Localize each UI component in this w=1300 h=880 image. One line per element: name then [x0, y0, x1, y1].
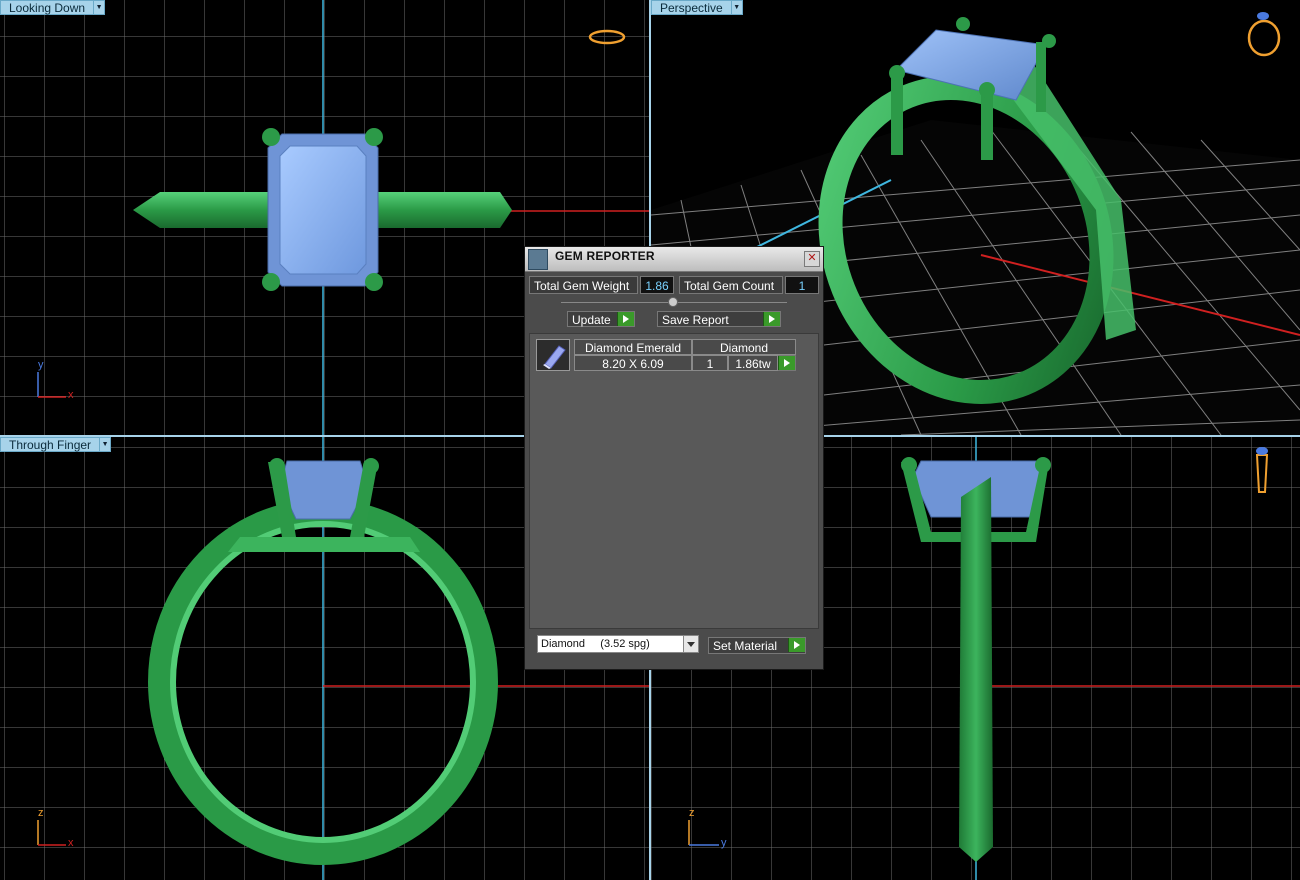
gem-totals-bar: Total Gem Weight 1.86 Total Gem Count 1 [529, 276, 819, 294]
gem-top-view [267, 133, 379, 287]
total-count-label: Total Gem Count [679, 276, 783, 294]
gem-row-action-button[interactable] [778, 355, 796, 371]
gem-name: Diamond Emerald [574, 339, 692, 355]
update-button-label: Update [572, 313, 611, 327]
material-select-value: Diamond (3.52 spg) [541, 638, 650, 650]
viewport-label-perspective[interactable]: Perspective ▼ [651, 0, 743, 15]
gem-count: 1 [692, 355, 728, 371]
axis-label-x: x [68, 837, 74, 849]
play-arrow-icon [617, 312, 634, 326]
gem-icon [543, 345, 566, 369]
axis-label-z: z [38, 807, 44, 819]
play-arrow-icon [788, 638, 805, 652]
chevron-down-icon[interactable] [683, 636, 698, 652]
chevron-down-icon[interactable]: ▼ [94, 0, 106, 15]
gem-reporter-panel: GEM REPORTER ✕ Total Gem Weight 1.86 Tot… [524, 246, 824, 670]
save-report-button[interactable]: Save Report [657, 311, 781, 327]
gem-thumbnail[interactable] [536, 339, 570, 371]
chevron-down-icon[interactable]: ▼ [100, 437, 112, 452]
chevron-down-icon[interactable]: ▼ [731, 0, 743, 15]
total-count-value: 1 [785, 276, 819, 294]
viewport-label-through-finger[interactable]: Through Finger ▼ [0, 437, 112, 452]
viewport-label-text: Perspective [651, 0, 732, 15]
total-weight-value: 1.86 [640, 276, 674, 294]
gem-list: Diamond Emerald Diamond 8.20 X 6.09 1 1.… [529, 333, 819, 629]
play-arrow-icon [763, 312, 780, 326]
save-report-button-label: Save Report [662, 313, 729, 327]
gem-reporter-title: GEM REPORTER [555, 249, 655, 263]
close-icon[interactable]: ✕ [804, 251, 820, 267]
viewport-label-text: Looking Down [0, 0, 95, 15]
axis-label-x: x [68, 389, 74, 401]
gem-size: 8.20 X 6.09 [574, 355, 692, 371]
axis-label-y: y [38, 359, 44, 371]
gem-material: Diamond [692, 339, 796, 355]
collapse-toggle-icon[interactable] [668, 297, 678, 307]
set-material-button-label: Set Material [713, 639, 778, 653]
gem-weight: 1.86tw [728, 355, 778, 371]
gem-reporter-titlebar[interactable]: GEM REPORTER ✕ [525, 247, 823, 272]
viewport-label-text: Through Finger [0, 437, 101, 452]
material-select[interactable]: Diamond (3.52 spg) [537, 635, 699, 653]
viewport-label-looking-down[interactable]: Looking Down ▼ [0, 0, 106, 15]
set-material-button[interactable]: Set Material [708, 637, 806, 654]
update-button[interactable]: Update [567, 311, 635, 327]
play-arrow-icon [778, 356, 795, 370]
total-weight-label: Total Gem Weight [529, 276, 638, 294]
axis-label-z: z [689, 807, 695, 819]
axis-label-y: y [721, 837, 727, 849]
gem-reporter-app-icon [528, 249, 548, 270]
